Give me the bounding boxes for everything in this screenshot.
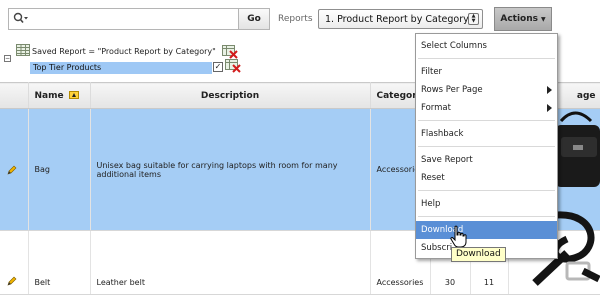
delete-saved-report-icon[interactable] xyxy=(222,45,238,59)
search-box[interactable] xyxy=(8,8,240,30)
menu-item-filter[interactable]: Filter xyxy=(416,63,557,81)
menu-item-label: Rows Per Page xyxy=(421,85,483,95)
collapse-icon[interactable]: − xyxy=(4,55,11,62)
actions-button-label: Actions xyxy=(500,14,538,24)
pencil-icon[interactable] xyxy=(6,275,18,287)
menu-item-format[interactable]: Format xyxy=(416,99,557,117)
name-cell: Belt xyxy=(28,230,91,295)
go-button[interactable]: Go xyxy=(238,8,270,30)
filter-label[interactable]: Top Tier Products xyxy=(30,62,212,74)
sort-ascending-icon xyxy=(68,91,79,99)
menu-separator xyxy=(418,216,555,217)
menu-item-label: Format xyxy=(421,103,451,113)
menu-item-save-report[interactable]: Save Report xyxy=(416,151,557,169)
search-input[interactable] xyxy=(33,11,237,27)
description-cell: Leather belt xyxy=(90,230,371,295)
actions-menu: Select Columns Filter Rows Per Page Form… xyxy=(415,33,558,259)
bag-product-image xyxy=(555,111,600,187)
menu-item-download[interactable]: Download xyxy=(416,221,557,239)
menu-separator xyxy=(418,58,555,59)
name-cell: Bag xyxy=(28,108,91,231)
search-icon[interactable] xyxy=(13,12,29,26)
report-grid-icon xyxy=(16,44,30,56)
menu-separator xyxy=(418,190,555,191)
filter-enable-checkbox[interactable]: ✓ xyxy=(213,62,223,72)
menu-item-select-columns[interactable]: Select Columns xyxy=(416,37,557,55)
menu-item-rows-per-page[interactable]: Rows Per Page xyxy=(416,81,557,99)
column-header-edit xyxy=(0,82,29,109)
column-header-description[interactable]: Description xyxy=(90,82,371,109)
tooltip: Download xyxy=(451,247,506,262)
select-arrows-icon: ▲ ▼ xyxy=(468,13,479,25)
menu-item-reset[interactable]: Reset xyxy=(416,169,557,187)
actions-button[interactable]: Actions ▼ xyxy=(494,7,552,31)
hand-cursor-icon xyxy=(450,225,467,248)
reports-label: Reports xyxy=(278,14,313,24)
pencil-icon[interactable] xyxy=(6,164,18,176)
submenu-arrow-icon xyxy=(547,104,552,112)
menu-item-flashback[interactable]: Flashback xyxy=(416,125,557,143)
report-select-value: 1. Product Report by Category xyxy=(325,14,469,25)
menu-separator xyxy=(418,146,555,147)
edit-cell[interactable] xyxy=(0,230,29,295)
column-header-name-label: Name xyxy=(34,90,64,101)
report-select[interactable]: 1. Product Report by Category ▲ ▼ xyxy=(318,9,483,29)
menu-item-help[interactable]: Help xyxy=(416,195,557,213)
submenu-arrow-icon xyxy=(547,86,552,94)
saved-report-label[interactable]: Saved Report = "Product Report by Catego… xyxy=(32,47,216,56)
description-cell: Unisex bag suitable for carrying laptops… xyxy=(90,108,371,231)
column-header-name[interactable]: Name xyxy=(28,82,91,109)
edit-cell[interactable] xyxy=(0,108,29,231)
menu-separator xyxy=(418,120,555,121)
chevron-down-icon: ▼ xyxy=(541,15,546,23)
delete-filter-icon[interactable] xyxy=(225,59,241,73)
